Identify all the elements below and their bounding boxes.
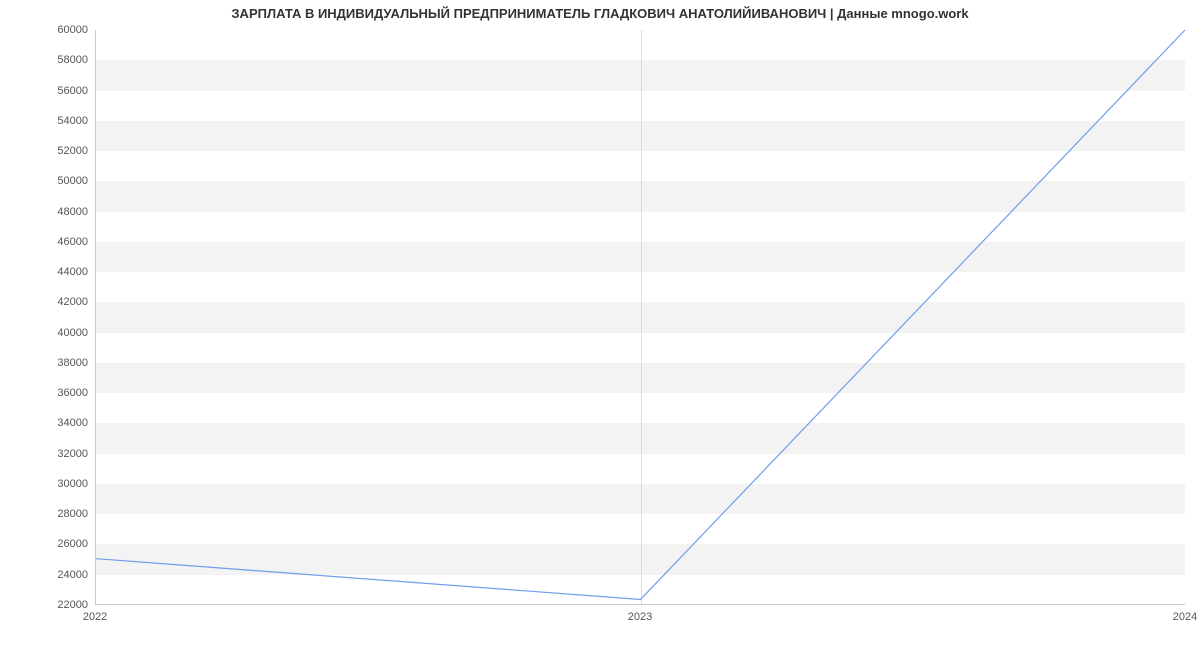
salary-line <box>96 30 1185 599</box>
y-tick-label: 44000 <box>8 266 88 278</box>
y-tick-label: 56000 <box>8 85 88 97</box>
y-tick-label: 38000 <box>8 357 88 369</box>
y-tick-label: 54000 <box>8 115 88 127</box>
y-tick-label: 46000 <box>8 236 88 248</box>
chart-container: ЗАРПЛАТА В ИНДИВИДУАЛЬНЫЙ ПРЕДПРИНИМАТЕЛ… <box>0 0 1200 650</box>
y-tick-label: 40000 <box>8 327 88 339</box>
y-tick-label: 50000 <box>8 175 88 187</box>
chart-title: ЗАРПЛАТА В ИНДИВИДУАЛЬНЫЙ ПРЕДПРИНИМАТЕЛ… <box>0 6 1200 21</box>
y-tick-label: 34000 <box>8 417 88 429</box>
y-tick-label: 24000 <box>8 569 88 581</box>
y-tick-label: 30000 <box>8 478 88 490</box>
y-tick-label: 58000 <box>8 54 88 66</box>
y-tick-label: 28000 <box>8 508 88 520</box>
y-tick-label: 42000 <box>8 296 88 308</box>
y-tick-label: 52000 <box>8 145 88 157</box>
x-tick-label: 2022 <box>83 611 107 623</box>
line-series-layer <box>96 30 1185 604</box>
y-tick-label: 26000 <box>8 538 88 550</box>
y-tick-label: 36000 <box>8 387 88 399</box>
y-tick-label: 48000 <box>8 206 88 218</box>
y-tick-label: 60000 <box>8 24 88 36</box>
plot-area <box>95 30 1185 605</box>
x-tick-label: 2023 <box>628 611 652 623</box>
x-tick-label: 2024 <box>1173 611 1197 623</box>
y-tick-label: 32000 <box>8 448 88 460</box>
y-tick-label: 22000 <box>8 599 88 611</box>
